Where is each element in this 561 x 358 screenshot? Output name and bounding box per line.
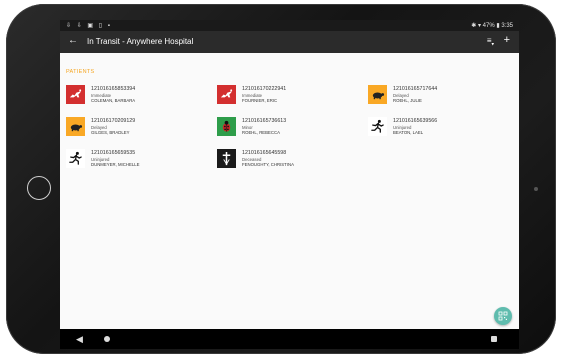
patient-name: BEATON, LAEL — [393, 130, 424, 135]
plus-icon[interactable]: + — [504, 34, 510, 46]
qr-scan-icon — [498, 311, 508, 321]
patient-id: 121016165659535 — [91, 150, 136, 156]
patient-card[interactable]: 121016165717644 Delayed ROEHL, JULIE — [368, 85, 508, 109]
uninjured-triage-icon — [368, 117, 387, 136]
app-bar: ← In Transit - Anywhere Hospital ≡▾ + — [60, 31, 519, 53]
delayed-triage-icon — [368, 85, 387, 104]
camera-icon — [534, 187, 538, 191]
screen: ⇩ ⇩ ▣ ▯ ▪ ✱ ▾ 47% ▮ 3:35 ← In Transit - … — [60, 20, 519, 349]
tablet-frame: ⇩ ⇩ ▣ ▯ ▪ ✱ ▾ 47% ▮ 3:35 ← In Transit - … — [6, 4, 556, 354]
patient-card[interactable]: 121016165659535 Uninjured DUNMEYER, MICHEL… — [66, 149, 206, 173]
patient-id: 121016165645598 — [242, 150, 287, 156]
system-nav-bar: ◀ — [60, 329, 519, 349]
patient-name: COLEMAN, BARBARA — [91, 98, 136, 103]
minor-triage-icon — [217, 117, 236, 136]
section-title: PATIENTS — [66, 69, 95, 75]
nav-home-icon[interactable] — [104, 336, 110, 342]
status-notification-icons: ⇩ ⇩ ▣ ▯ ▪ — [66, 23, 112, 29]
patient-name: GILGES, BRADLEY — [91, 130, 130, 135]
hardware-home-button[interactable] — [27, 176, 51, 200]
status-bar: ⇩ ⇩ ▣ ▯ ▪ ✱ ▾ 47% ▮ 3:35 — [60, 20, 519, 31]
patient-name: FENOUGHTY, CHRISTINA — [242, 162, 294, 167]
patient-card[interactable]: 121016165853394 Immediate COLEMAN, BARBARA — [66, 85, 206, 109]
immediate-triage-icon — [217, 85, 236, 104]
patient-id: 121016165853394 — [91, 86, 136, 92]
patient-id: 121016165736613 — [242, 118, 287, 124]
patient-card[interactable]: 121016170222941 Immediate FOURNIER, ERIC — [217, 85, 357, 109]
nav-recents-icon[interactable] — [491, 336, 497, 342]
patient-name: FOURNIER, ERIC — [242, 98, 278, 103]
status-system-info: ✱ ▾ 47% ▮ 3:35 — [471, 23, 513, 29]
scan-tag-button[interactable] — [494, 307, 512, 325]
patient-id: 121016165717644 — [393, 86, 438, 92]
patient-name: DUNMEYER, MICHELLE — [91, 162, 140, 167]
nav-back-icon[interactable]: ◀ — [76, 334, 83, 345]
patient-name: ROEHL, JULIE — [393, 98, 422, 103]
patient-id: 121016170222941 — [242, 86, 287, 92]
uninjured-triage-icon — [66, 149, 85, 168]
patient-card[interactable]: 121016165639566 Uninjured BEATON, LAEL — [368, 117, 508, 141]
patient-card[interactable]: 121016170209129 Delayed GILGES, BRADLEY — [66, 117, 206, 141]
arrow-back-icon[interactable]: ← — [68, 35, 78, 46]
patient-card[interactable]: 121016165645598 Deceased FENOUGHTY, CHRIST… — [217, 149, 357, 173]
patient-id: 121016165639566 — [393, 118, 438, 124]
deceased-triage-icon — [217, 149, 236, 168]
filter-icon[interactable]: ≡▾ — [487, 36, 494, 48]
patient-card[interactable]: 121016165736613 Minor ROEHL, REBECCA — [217, 117, 357, 141]
patient-name: ROEHL, REBECCA — [242, 130, 280, 135]
immediate-triage-icon — [66, 85, 85, 104]
delayed-triage-icon — [66, 117, 85, 136]
patient-id: 121016170209129 — [91, 118, 136, 124]
page-title: In Transit - Anywhere Hospital — [87, 37, 194, 46]
